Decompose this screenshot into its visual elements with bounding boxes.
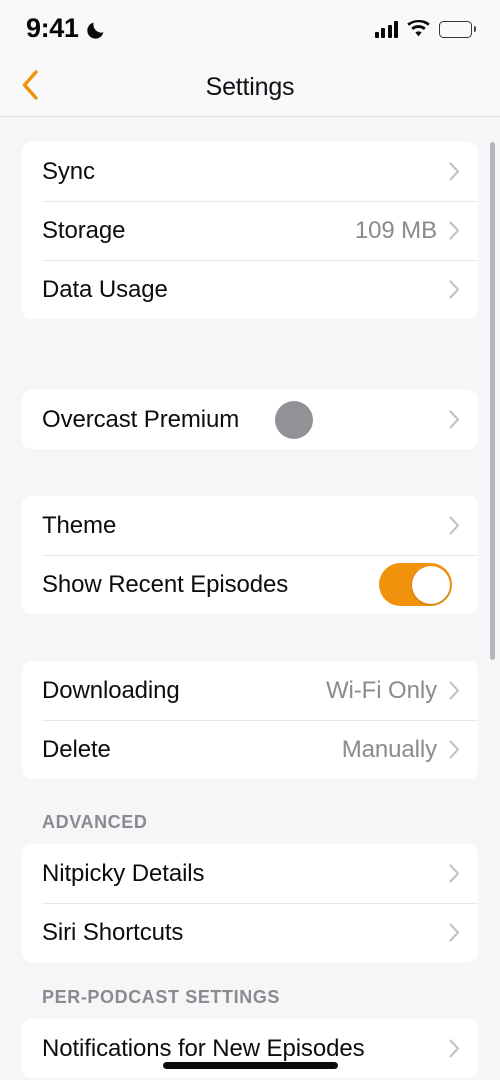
row-data-usage[interactable]: Data Usage	[22, 260, 478, 319]
row-label: Nitpicky Details	[42, 859, 205, 887]
crescent-moon-icon	[85, 20, 106, 41]
row-label: Delete	[42, 735, 111, 763]
page-title: Settings	[205, 72, 295, 101]
row-value: Wi-Fi Only	[326, 676, 437, 704]
back-button[interactable]	[8, 65, 52, 109]
chevron-right-icon	[449, 923, 460, 942]
row-siri-shortcuts[interactable]: Siri Shortcuts	[22, 903, 478, 962]
row-label: Siri Shortcuts	[42, 918, 184, 946]
chevron-left-icon	[21, 69, 39, 105]
row-overcast-premium[interactable]: Overcast Premium	[22, 390, 478, 449]
avatar	[275, 400, 314, 439]
show-recent-episodes-toggle[interactable]	[379, 563, 452, 606]
row-theme[interactable]: Theme	[22, 496, 478, 555]
status-bar: 9:41	[0, 0, 500, 58]
chevron-right-icon	[449, 1039, 460, 1058]
row-label: Data Usage	[42, 275, 168, 303]
chevron-right-icon	[449, 221, 460, 240]
home-indicator	[163, 1062, 338, 1069]
scrollbar[interactable]	[490, 142, 495, 660]
advanced-group: Nitpicky Details Siri Shortcuts	[22, 844, 478, 962]
settings-list: Sync Storage 109 MB Data Usage Overcast …	[0, 118, 500, 1080]
settings-screen: 9:41 Settings Sync Storage 109 MB Data U…	[0, 0, 500, 1080]
row-value: Manually	[341, 735, 437, 763]
row-label: Downloading	[42, 676, 180, 704]
data-group: Sync Storage 109 MB Data Usage	[22, 142, 478, 319]
row-delete[interactable]: Delete Manually	[22, 720, 478, 779]
row-nitpicky-details[interactable]: Nitpicky Details	[22, 844, 478, 903]
row-label: Overcast Premium	[42, 405, 240, 433]
chevron-right-icon	[449, 410, 460, 429]
row-sync[interactable]: Sync	[22, 142, 478, 201]
row-label: Storage	[42, 216, 126, 244]
status-bar-right	[374, 19, 476, 38]
chevron-right-icon	[449, 162, 460, 181]
appearance-group: Theme Show Recent Episodes	[22, 496, 478, 614]
cellular-signal-icon	[374, 20, 399, 38]
premium-group: Overcast Premium	[22, 390, 478, 449]
toggle-knob	[411, 565, 450, 604]
row-label: Notifications for New Episodes	[42, 1034, 365, 1062]
row-storage[interactable]: Storage 109 MB	[22, 201, 478, 260]
chevron-right-icon	[449, 681, 460, 700]
chevron-right-icon	[449, 740, 460, 759]
navigation-bar: Settings	[0, 58, 500, 117]
status-bar-left: 9:41	[26, 12, 106, 43]
section-header-advanced: ADVANCED	[42, 812, 148, 832]
row-label: Sync	[42, 157, 95, 185]
section-header-per-podcast: PER-PODCAST SETTINGS	[42, 987, 281, 1007]
row-value: 109 MB	[354, 216, 437, 244]
downloads-group: Downloading Wi-Fi Only Delete Manually	[22, 661, 478, 779]
row-show-recent-episodes[interactable]: Show Recent Episodes	[22, 555, 478, 614]
battery-icon	[439, 20, 476, 38]
status-bar-time: 9:41	[26, 12, 79, 43]
row-downloading[interactable]: Downloading Wi-Fi Only	[22, 661, 478, 720]
row-label: Theme	[42, 511, 117, 539]
chevron-right-icon	[449, 280, 460, 299]
chevron-right-icon	[449, 516, 460, 535]
wifi-icon	[407, 19, 431, 38]
per-podcast-group: Notifications for New Episodes	[22, 1019, 478, 1078]
chevron-right-icon	[449, 864, 460, 883]
row-label: Show Recent Episodes	[42, 570, 289, 598]
row-notifications-for-new-episodes[interactable]: Notifications for New Episodes	[22, 1019, 478, 1078]
